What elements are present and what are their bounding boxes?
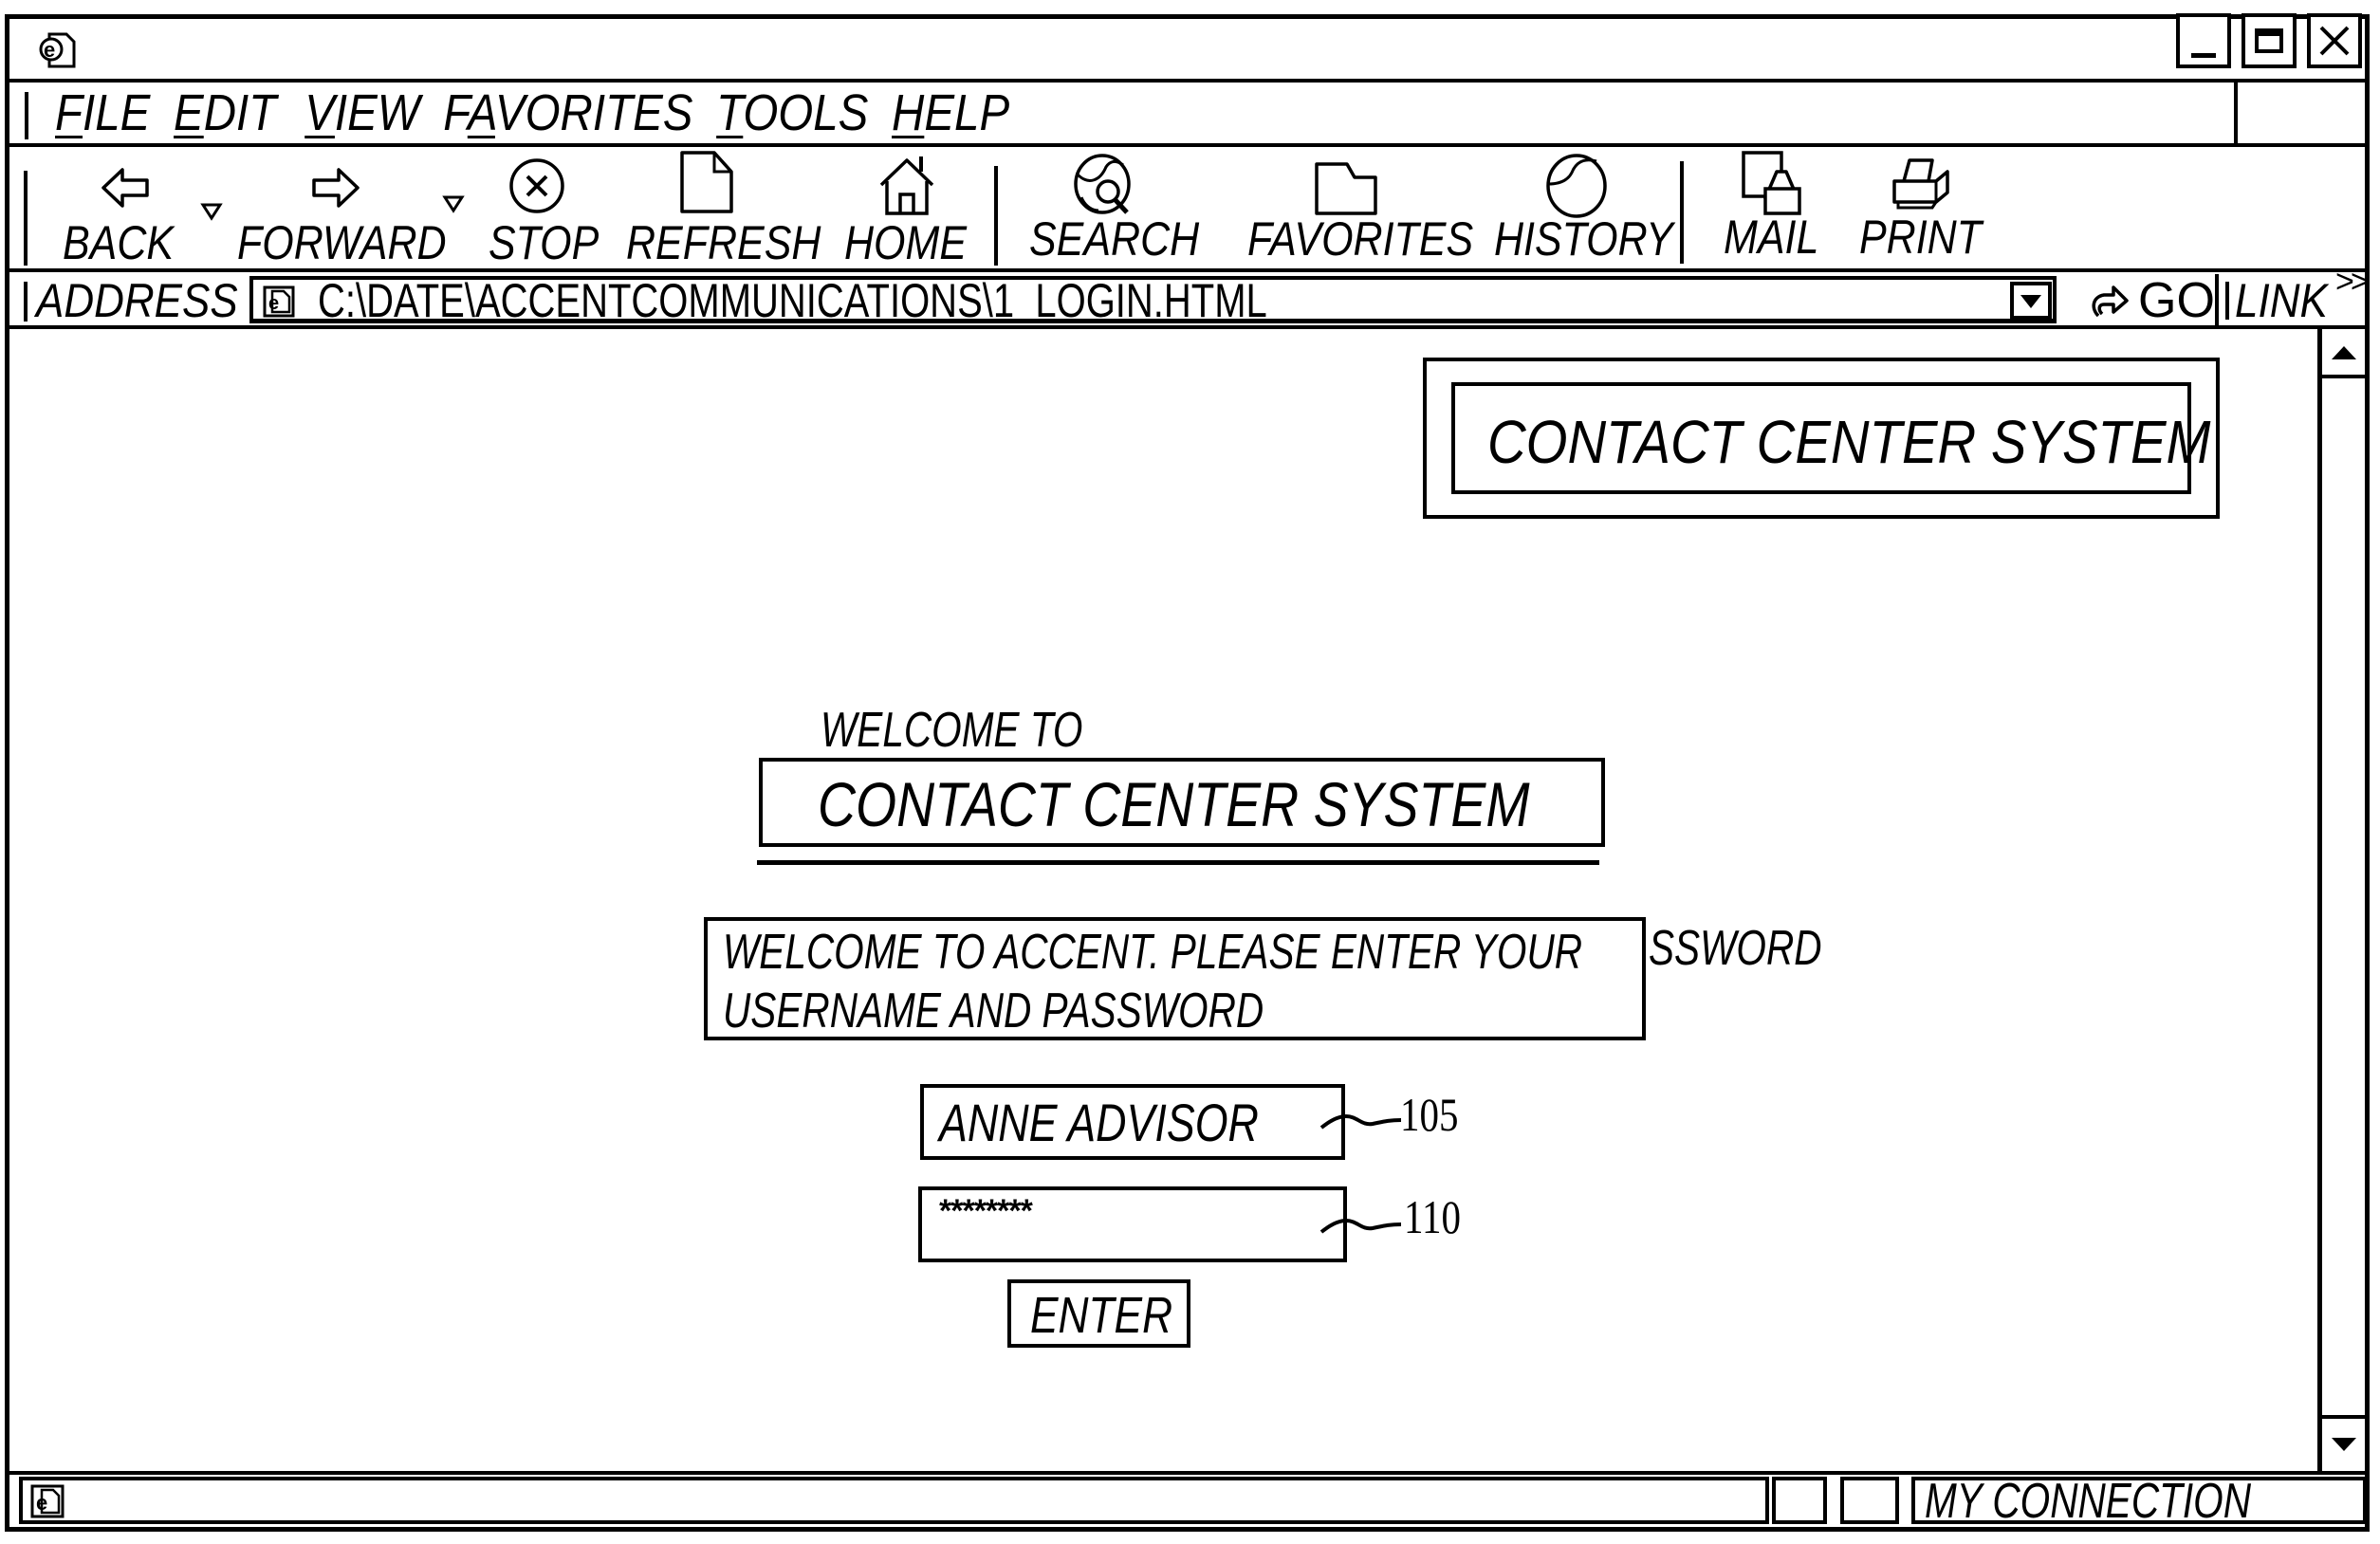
password-field[interactable]: ******** bbox=[918, 1186, 1347, 1262]
back-arrow-icon bbox=[101, 168, 149, 208]
status-panel-1 bbox=[1772, 1477, 1827, 1524]
links-separator bbox=[2215, 274, 2219, 325]
reference-label-110: 110 bbox=[1404, 1190, 1461, 1243]
address-input[interactable]: e C:\DATE\ACCENTCOMMUNICATIONS\1 LOGIN.H… bbox=[249, 274, 2057, 327]
login-message-line2: USERNAME AND PASSWORD bbox=[723, 983, 1264, 1039]
title-bar: e bbox=[9, 13, 2365, 80]
header-banner-title: CONTACT CENTER SYSTEM bbox=[1487, 408, 2211, 476]
favorites-button[interactable]: FAVORITES bbox=[1243, 147, 1475, 268]
minimize-icon bbox=[2191, 53, 2216, 58]
page-icon: e bbox=[263, 285, 295, 318]
status-page-icon: e bbox=[30, 1484, 65, 1523]
connection-status: MY CONNECTION bbox=[1925, 1474, 2252, 1529]
forward-button[interactable]: FORWARD bbox=[232, 156, 447, 269]
status-main-panel: e bbox=[19, 1477, 1769, 1524]
username-value: ANNE ADVISOR bbox=[939, 1093, 1259, 1152]
search-button[interactable]: SEARCH bbox=[1024, 147, 1205, 268]
maximize-icon bbox=[2255, 28, 2283, 53]
printer-icon bbox=[1892, 158, 1949, 210]
menu-file[interactable]: FILE bbox=[55, 86, 150, 139]
reference-label-105: 105 bbox=[1400, 1088, 1459, 1141]
menu-favorites[interactable]: FAVORITES bbox=[443, 86, 692, 139]
address-bar: ADDRESS e C:\DATE\ACCENTCOMMUNICATIONS\1… bbox=[0, 264, 2370, 327]
favorites-folder-icon bbox=[1315, 162, 1377, 215]
username-field[interactable]: ANNE ADVISOR bbox=[920, 1084, 1345, 1160]
ie-page-icon: e bbox=[38, 30, 78, 70]
menu-help[interactable]: HELP bbox=[892, 86, 1009, 139]
print-button[interactable]: PRINT bbox=[1854, 147, 1987, 268]
status-bar: e MY CONNECTION bbox=[9, 1475, 2367, 1528]
header-banner-inner: CONTACT CENTER SYSTEM bbox=[1451, 382, 2210, 494]
back-button[interactable]: BACK bbox=[57, 156, 199, 269]
title-underline bbox=[757, 860, 1599, 865]
enter-button[interactable]: ENTER bbox=[1007, 1279, 1190, 1348]
scroll-up-arrow-icon bbox=[2332, 346, 2356, 359]
menu-bar-separator bbox=[2234, 83, 2238, 145]
status-connection-panel: MY CONNECTION bbox=[1911, 1475, 2367, 1528]
toolbar-separator-2 bbox=[1680, 161, 1684, 264]
login-message-line1: WELCOME TO ACCENT. PLEASE ENTER YOUR bbox=[723, 925, 1583, 980]
vertical-scrollbar[interactable] bbox=[2317, 329, 2367, 1472]
links-grip bbox=[2225, 282, 2229, 320]
menu-view[interactable]: VIEW bbox=[304, 86, 419, 139]
address-grip bbox=[24, 282, 28, 322]
login-message-overflow: SSWORD bbox=[1649, 921, 1822, 976]
scroll-down-arrow-icon bbox=[2332, 1438, 2356, 1451]
history-globe-icon bbox=[1546, 154, 1607, 218]
toolbar: BACK FORWARD STOP REFRESH HOME SEARCH FA… bbox=[0, 147, 2367, 270]
svg-text:e: e bbox=[268, 293, 279, 314]
close-button[interactable] bbox=[2307, 13, 2362, 68]
address-dropdown-button[interactable] bbox=[2010, 282, 2052, 320]
stop-icon bbox=[509, 158, 564, 213]
system-title-box: CONTACT CENTER SYSTEM bbox=[759, 758, 1605, 847]
reference-leader-105 bbox=[1319, 1113, 1402, 1130]
menu-tools[interactable]: TOOLS bbox=[716, 86, 868, 139]
menu-bar: FILE EDIT VIEW FAVORITES TOOLS HELP bbox=[9, 83, 2367, 145]
address-label: ADDRESS bbox=[36, 274, 238, 327]
menu-edit[interactable]: EDIT bbox=[174, 86, 276, 139]
history-button[interactable]: HISTORY bbox=[1491, 147, 1676, 268]
refresh-button[interactable]: REFRESH bbox=[621, 147, 821, 269]
login-message-box: WELCOME TO ACCENT. PLEASE ENTER YOUR USE… bbox=[704, 917, 1646, 1040]
svg-text:e: e bbox=[44, 38, 55, 62]
scroll-up-button[interactable] bbox=[2322, 329, 2367, 378]
go-arrow-icon bbox=[2092, 285, 2129, 318]
go-button[interactable]: GO bbox=[2087, 272, 2215, 327]
address-value: C:\DATE\ACCENTCOMMUNICATIONS\1 LOGIN.HTM… bbox=[318, 274, 1267, 327]
mail-button[interactable]: MAIL bbox=[1722, 147, 1826, 268]
forward-dropdown-icon[interactable] bbox=[442, 194, 465, 213]
back-dropdown-icon[interactable] bbox=[200, 202, 223, 221]
minimize-button[interactable] bbox=[2176, 13, 2231, 68]
stop-button[interactable]: STOP bbox=[484, 152, 602, 269]
close-icon bbox=[2319, 26, 2350, 56]
system-title: CONTACT CENTER SYSTEM bbox=[818, 769, 1530, 839]
refresh-page-icon bbox=[680, 151, 733, 213]
toolbar-grip bbox=[24, 171, 28, 266]
page-content: CONTACT CENTER SYSTEM WELCOME TO CONTACT… bbox=[9, 329, 2317, 1472]
home-button[interactable]: HOME bbox=[842, 147, 975, 269]
forward-arrow-icon bbox=[312, 168, 360, 208]
menu-items: FILE EDIT VIEW FAVORITES TOOLS HELP bbox=[55, 86, 1033, 139]
menu-grip bbox=[25, 92, 28, 139]
password-value: ******** bbox=[939, 1193, 1033, 1229]
maximize-button[interactable] bbox=[2242, 13, 2297, 68]
toolbar-separator-1 bbox=[994, 166, 998, 266]
links-chevron-icon: >> bbox=[2335, 264, 2370, 300]
svg-text:e: e bbox=[36, 1491, 47, 1515]
scroll-down-button[interactable] bbox=[2322, 1415, 2367, 1468]
welcome-to-label: WELCOME TO bbox=[821, 703, 1083, 758]
status-panel-2 bbox=[1840, 1477, 1899, 1524]
chevron-down-icon bbox=[2020, 295, 2041, 308]
search-globe-icon bbox=[1074, 154, 1131, 214]
mail-icon bbox=[1742, 151, 1801, 215]
header-banner-outer: CONTACT CENTER SYSTEM bbox=[1423, 358, 2220, 519]
links-button[interactable]: LINK >> bbox=[2222, 264, 2370, 327]
home-icon bbox=[879, 156, 934, 215]
reference-leader-110 bbox=[1319, 1218, 1402, 1234]
